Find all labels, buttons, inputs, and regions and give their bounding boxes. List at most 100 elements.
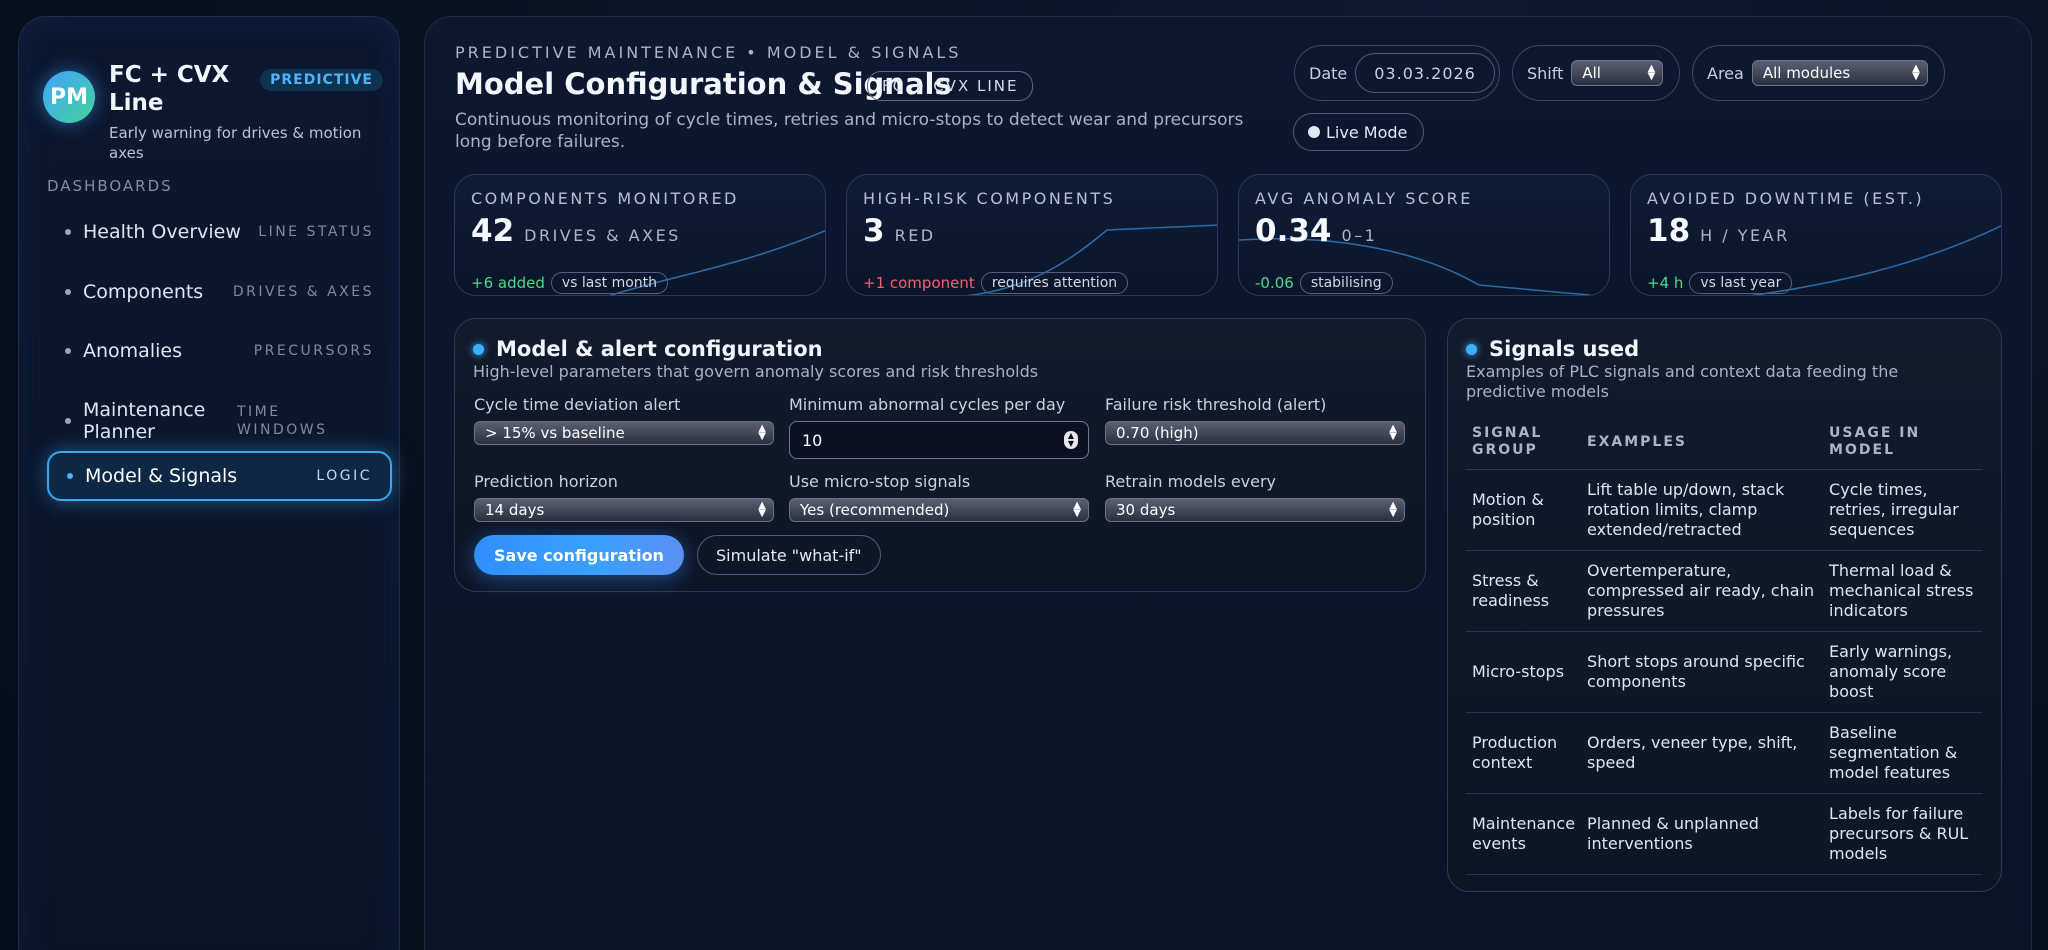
column-header: EXAMPLES	[1581, 415, 1824, 470]
sidebar-item-model-signals[interactable]: Model & Signals LOGIC	[47, 451, 392, 501]
updown-arrows-icon: ▲ ▼	[1073, 500, 1081, 519]
kpi-avoided-downtime: AVOIDED DOWNTIME (EST.) 18 H / YEAR +4 h…	[1630, 174, 2002, 296]
sidebar-item-health-overview[interactable]: Health Overview LINE STATUS	[47, 207, 392, 257]
nav-dot	[65, 289, 71, 295]
select-value: 30 days	[1116, 501, 1176, 519]
signals-panel-subtitle: Examples of PLC signals and context data…	[1466, 362, 1899, 401]
config-panel-subtitle: High-level parameters that govern anomal…	[473, 362, 1039, 381]
nav-heading: DASHBOARDS	[47, 177, 173, 195]
usage-cell: Thermal load & mechanical stress indicat…	[1823, 550, 1982, 632]
kpi-delta: -0.06	[1255, 274, 1294, 292]
retrain-field: Retrain models every 30 days ▲ ▼	[1105, 472, 1405, 522]
updown-arrows-icon: ▲ ▼	[758, 423, 766, 442]
kpi-footer: -0.06 stabilising	[1255, 272, 1393, 294]
live-mode-toggle[interactable]: Live Mode	[1293, 113, 1425, 151]
cycle-time-field: Cycle time deviation alert > 15% vs base…	[474, 395, 774, 445]
usage-cell: Early warnings, anomaly score boost	[1823, 631, 1982, 713]
kpi-unit: RED	[894, 226, 936, 245]
column-header: SIGNAL GROUP	[1466, 415, 1582, 470]
nav-label: Maintenance Planner	[83, 399, 206, 443]
kpi-components-monitored: COMPONENTS MONITORED 42 DRIVES & AXES +6…	[454, 174, 826, 296]
prediction-horizon-select[interactable]: 14 days ▲ ▼	[474, 498, 774, 522]
area-select[interactable]: All modules ▲ ▼	[1751, 60, 1928, 86]
select-value: 14 days	[485, 501, 545, 519]
select-value: 0.70 (high)	[1116, 424, 1199, 442]
breadcrumb: PREDICTIVE MAINTENANCE • MODEL & SIGNALS	[455, 43, 962, 62]
micro-stop-select[interactable]: Yes (recommended) ▲ ▼	[789, 498, 1089, 522]
kpi-label: HIGH-RISK COMPONENTS	[863, 189, 1116, 208]
shift-value: All	[1582, 64, 1601, 82]
bullet-icon	[1466, 343, 1477, 355]
cycle-time-select[interactable]: > 15% vs baseline ▲ ▼	[474, 421, 774, 445]
sidebar-item-anomalies[interactable]: Anomalies PRECURSORS	[47, 326, 392, 376]
date-input[interactable]: 03.03.2026	[1355, 53, 1495, 93]
area-filter: Area All modules ▲ ▼	[1692, 45, 1945, 101]
nav-label: Components	[83, 281, 204, 303]
updown-arrows-icon: ▲ ▼	[758, 500, 766, 519]
line-badge: FC + CVX LINE	[867, 71, 1034, 101]
column-header: USAGE IN MODEL	[1823, 415, 1982, 470]
examples-cell: Short stops around specific components	[1581, 631, 1824, 713]
date-filter: Date 03.03.2026	[1294, 45, 1500, 101]
live-dot-icon	[1308, 126, 1320, 138]
simulate-what-if-button[interactable]: Simulate "what-if"	[697, 535, 881, 575]
kpi-label: AVOIDED DOWNTIME (EST.)	[1647, 189, 1925, 208]
kpi-delta: +6 added	[471, 274, 545, 292]
nav-tag: PRECURSORS	[253, 343, 374, 359]
sidebar: PM FC + CVX Line Early warning for drive…	[18, 16, 400, 950]
kpi-chip: requires attention	[980, 272, 1129, 294]
table-row: Production context Orders, veneer type, …	[1466, 712, 1982, 794]
kpi-unit: 0–1	[1341, 226, 1378, 245]
nav-label: Model & Signals	[85, 465, 238, 487]
nav-dot	[65, 418, 71, 424]
signals-table: SIGNAL GROUP EXAMPLES USAGE IN MODEL Mot…	[1466, 415, 1982, 875]
main-panel: PREDICTIVE MAINTENANCE • MODEL & SIGNALS…	[424, 16, 2032, 950]
retrain-select[interactable]: 30 days ▲ ▼	[1105, 498, 1405, 522]
table-row: Motion & position Lift table up/down, st…	[1466, 469, 1982, 551]
updown-arrows-icon: ▲ ▼	[1647, 63, 1656, 82]
signal-group-cell: Motion & position	[1466, 469, 1582, 551]
updown-arrows-icon: ▲ ▼	[1912, 63, 1920, 82]
updown-arrows-icon: ▲ ▼	[1389, 423, 1397, 442]
signals-panel: Signals used Examples of PLC signals and…	[1447, 318, 2002, 892]
page-subtitle: Continuous monitoring of cycle times, re…	[455, 110, 1244, 152]
bullet-icon	[473, 343, 484, 355]
area-value: All modules	[1762, 64, 1851, 82]
table-row: Maintenance events Planned & unplanned i…	[1466, 793, 1982, 875]
risk-threshold-select[interactable]: 0.70 (high) ▲ ▼	[1105, 421, 1405, 445]
save-configuration-button[interactable]: Save configuration	[474, 535, 684, 575]
min-cycles-input[interactable]: 10 ▲ ▼	[789, 421, 1089, 459]
field-label: Minimum abnormal cycles per day	[789, 395, 1066, 414]
kpi-number: 42	[471, 213, 515, 249]
live-mode-label: Live Mode	[1326, 122, 1408, 142]
signal-group-cell: Stress & readiness	[1466, 550, 1582, 632]
nav-dot	[67, 473, 73, 479]
risk-threshold-field: Failure risk threshold (alert) 0.70 (hig…	[1105, 395, 1405, 445]
input-value: 10	[802, 430, 823, 450]
signal-group-cell: Maintenance events	[1466, 793, 1582, 875]
predictive-badge: PREDICTIVE	[260, 69, 383, 91]
table-row: Stress & readiness Overtemperature, comp…	[1466, 550, 1982, 632]
date-label: Date	[1309, 63, 1348, 83]
kpi-value: 0.34 0–1	[1255, 213, 1377, 249]
table-row: Micro-stops Short stops around specific …	[1466, 631, 1982, 713]
kpi-delta: +1 component	[863, 274, 975, 292]
kpi-chip: stabilising	[1299, 272, 1393, 294]
brand-logo: PM	[43, 71, 95, 123]
nav-label: Health Overview	[83, 221, 241, 243]
field-label: Failure risk threshold (alert)	[1105, 395, 1327, 414]
kpi-unit: H / YEAR	[1700, 226, 1790, 245]
sidebar-item-maintenance-planner[interactable]: Maintenance Planner TIME WINDOWS	[47, 391, 392, 451]
spinner-icon[interactable]: ▲ ▼	[1064, 431, 1078, 449]
examples-cell: Overtemperature, compressed air ready, c…	[1581, 550, 1824, 632]
prediction-horizon-field: Prediction horizon 14 days ▲ ▼	[474, 472, 774, 522]
shift-filter: Shift All ▲ ▼	[1512, 45, 1680, 101]
field-label: Use micro-stop signals	[789, 472, 971, 491]
shift-select[interactable]: All ▲ ▼	[1571, 60, 1664, 86]
kpi-label: AVG ANOMALY SCORE	[1255, 189, 1473, 208]
kpi-number: 3	[863, 213, 885, 249]
config-panel: Model & alert configuration High-level p…	[454, 318, 1426, 592]
sidebar-item-components[interactable]: Components DRIVES & AXES	[47, 267, 392, 317]
config-panel-header: Model & alert configuration	[473, 337, 823, 361]
signals-panel-title: Signals used	[1489, 337, 1640, 361]
